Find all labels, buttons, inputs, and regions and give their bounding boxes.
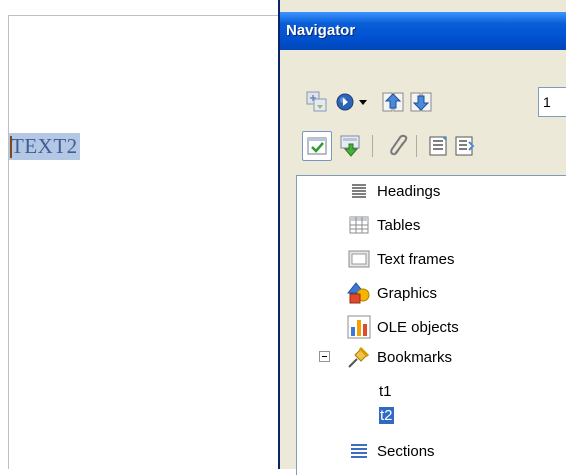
- graphics-icon: [347, 281, 371, 305]
- toggle-icon[interactable]: [304, 89, 330, 115]
- promote-level-icon[interactable]: [338, 133, 364, 159]
- previous-icon[interactable]: [380, 89, 406, 115]
- page-border-top: [8, 15, 278, 16]
- tree-item-ole-objects[interactable]: OLE objects: [347, 312, 459, 342]
- bookmark-label-selected: t2: [379, 406, 394, 424]
- next-icon[interactable]: [408, 89, 434, 115]
- text-cursor: [10, 136, 12, 158]
- navigator-title: Navigator: [286, 22, 356, 39]
- sections-icon: [347, 439, 371, 463]
- bookmark-pin-icon: [347, 345, 371, 369]
- toolbar-separator: [372, 135, 373, 157]
- move-heading-icon[interactable]: [452, 133, 478, 159]
- content-view-icon[interactable]: [302, 131, 332, 161]
- tree-item-label: Text frames: [377, 250, 455, 268]
- bookmark-item-t2[interactable]: t2: [379, 400, 394, 430]
- tree-item-label: Sections: [377, 442, 435, 460]
- tree-item-label: Bookmarks: [377, 348, 453, 366]
- tree-item-label: Headings: [377, 182, 441, 200]
- selected-document-text[interactable]: TEXT2: [9, 133, 80, 160]
- tree-item-sections[interactable]: Sections: [347, 436, 435, 466]
- navigator-tree[interactable]: Headings Tables Text frames Graphics OLE…: [296, 175, 566, 475]
- navigator-window: Navigator 1 Headings Tables Text frames …: [278, 0, 566, 475]
- drag-mode-icon[interactable]: [386, 133, 412, 159]
- table-icon: [347, 213, 371, 237]
- toolbar-separator: [416, 135, 417, 157]
- dropdown-arrow-icon[interactable]: [354, 89, 372, 115]
- ole-objects-icon: [347, 315, 371, 339]
- tree-item-tables[interactable]: Tables: [347, 210, 420, 240]
- headings-icon: [347, 179, 371, 203]
- bookmark-label: t1: [379, 382, 392, 400]
- text-frame-icon: [347, 247, 371, 271]
- navigator-titlebar[interactable]: Navigator: [280, 12, 566, 50]
- page-border-left: [8, 15, 9, 469]
- document-area[interactable]: TEXT2: [0, 0, 278, 469]
- tree-item-bookmarks[interactable]: Bookmarks: [347, 342, 452, 372]
- tree-item-label: Tables: [377, 216, 421, 234]
- tree-item-label: OLE objects: [377, 318, 459, 336]
- tree-item-label: Graphics: [377, 284, 438, 302]
- page-number-field[interactable]: 1: [538, 87, 566, 117]
- tree-item-graphics[interactable]: Graphics: [347, 278, 437, 308]
- tree-item-text-frames[interactable]: Text frames: [347, 244, 455, 274]
- bookmarks-collapse-toggle[interactable]: [319, 351, 330, 362]
- tree-item-headings[interactable]: Headings: [347, 176, 440, 206]
- headings-list-icon[interactable]: [426, 133, 452, 159]
